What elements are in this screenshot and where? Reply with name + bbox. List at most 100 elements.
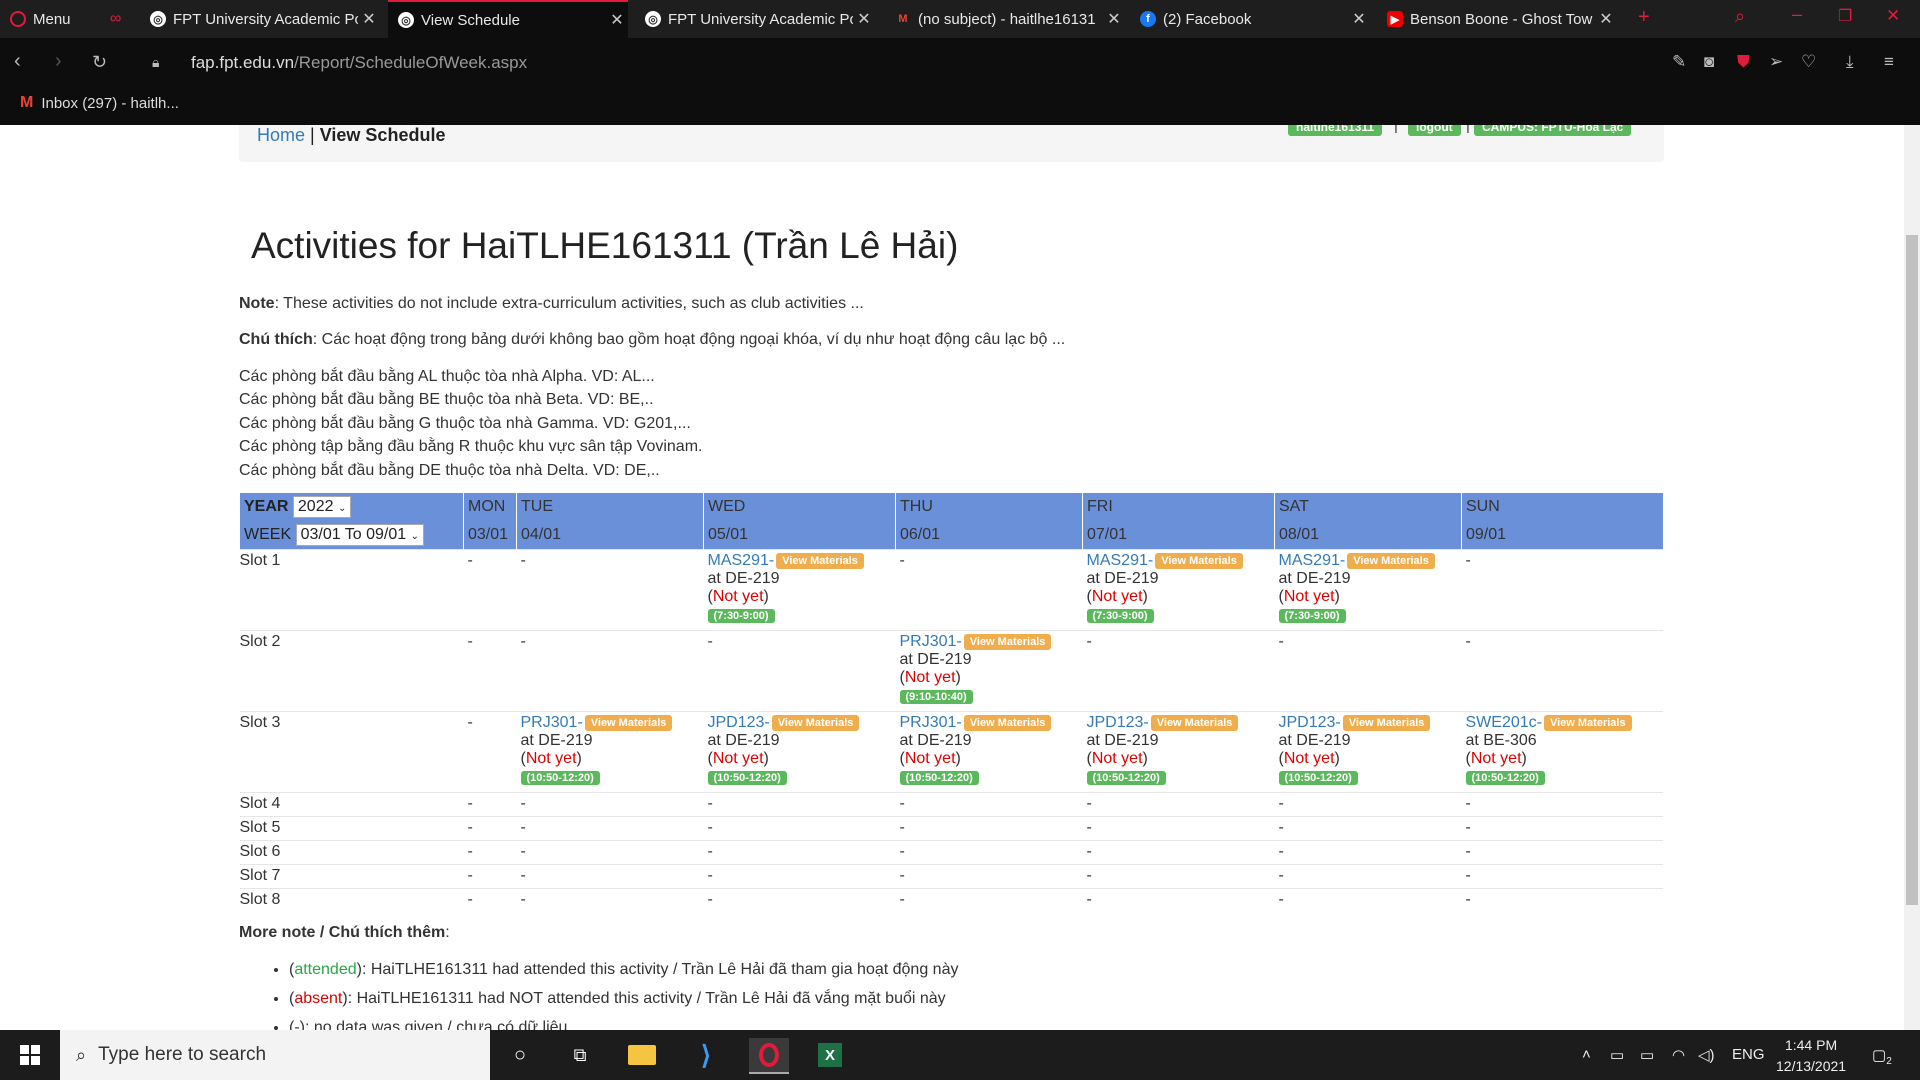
subject-link[interactable]: SWE201c- bbox=[1466, 714, 1542, 731]
scrollbar-thumb[interactable] bbox=[1906, 235, 1918, 905]
subject-link[interactable]: PRJ301- bbox=[900, 714, 962, 731]
close-icon[interactable]: ✕ bbox=[1595, 9, 1617, 29]
close-icon[interactable]: ✕ bbox=[606, 10, 628, 30]
breadcrumb-home-link[interactable]: Home bbox=[257, 125, 305, 145]
view-materials-button[interactable]: View Materials bbox=[1543, 715, 1632, 731]
bookmark-inbox[interactable]: M Inbox (297) - haitlh... bbox=[20, 94, 179, 112]
view-materials-button[interactable]: View Materials bbox=[963, 634, 1052, 650]
slot-label: Slot 1 bbox=[239, 549, 464, 631]
page-scrollbar[interactable] bbox=[1904, 125, 1920, 1030]
status-badge: Not yet bbox=[1283, 750, 1335, 767]
url-input[interactable]: fap.fpt.edu.vn/Report/ScheduleOfWeek.asp… bbox=[191, 53, 527, 73]
view-materials-button[interactable]: View Materials bbox=[776, 553, 864, 569]
language-indicator[interactable]: ENG bbox=[1732, 1046, 1765, 1063]
chevron-down-icon: ⌄ bbox=[410, 531, 419, 542]
reload-icon[interactable]: ↻ bbox=[92, 52, 107, 73]
tab-title: View Schedule bbox=[421, 11, 520, 29]
opera-menu-button[interactable]: Menu bbox=[0, 0, 85, 38]
clock[interactable]: 1:44 PM 12/13/2021 bbox=[1776, 1035, 1846, 1077]
task-view-icon[interactable]: ⧉ bbox=[560, 1038, 600, 1072]
forward-icon[interactable]: › bbox=[55, 50, 62, 73]
download-icon[interactable]: ⤓ bbox=[1846, 52, 1854, 72]
taskbar-search-box[interactable]: ⌕ Type here to search bbox=[60, 1030, 490, 1080]
volume-icon[interactable]: ◁) bbox=[1698, 1046, 1715, 1064]
bookmark-label: Inbox (297) - haitlh... bbox=[41, 94, 179, 112]
browser-tab[interactable]: ◎ View Schedule ✕ bbox=[388, 0, 628, 38]
date-header: 03/01 bbox=[463, 521, 517, 550]
windows-start-icon[interactable] bbox=[10, 1038, 50, 1072]
opera-taskbar-icon[interactable] bbox=[749, 1038, 789, 1074]
file-explorer-icon[interactable] bbox=[622, 1038, 662, 1072]
heart-icon[interactable]: ♡ bbox=[1801, 52, 1816, 72]
browser-tab[interactable]: ◎ FPT University Academic Po ✕ bbox=[635, 0, 875, 38]
status-paren: ) bbox=[1521, 750, 1527, 767]
day-header-wed: WED bbox=[703, 493, 896, 521]
status-paren: ) bbox=[576, 750, 582, 767]
battery-icon[interactable]: ▭ bbox=[1640, 1046, 1654, 1064]
send-icon[interactable]: ➢ bbox=[1769, 52, 1783, 72]
back-icon[interactable]: ‹ bbox=[14, 50, 21, 73]
activity-cell: PRJ301- View Materials at DE-219 (Not yet)(… bbox=[895, 711, 1083, 793]
close-icon[interactable]: ✕ bbox=[1348, 9, 1370, 29]
youtube-icon: ▶ bbox=[1387, 11, 1403, 27]
camera-icon[interactable]: ◙ bbox=[1704, 52, 1714, 72]
subject-link[interactable]: MAS291- bbox=[708, 552, 775, 569]
close-icon[interactable]: ✕ bbox=[853, 9, 875, 29]
subject-link[interactable]: MAS291- bbox=[1279, 552, 1346, 569]
subject-link[interactable]: JPD123- bbox=[708, 714, 770, 731]
subject-link[interactable]: MAS291- bbox=[1087, 552, 1154, 569]
view-materials-button[interactable]: View Materials bbox=[1347, 553, 1435, 569]
nodata-tag: - bbox=[294, 1019, 300, 1030]
room-note: Các phòng bắt đầu bằng DE thuộc tòa nhà … bbox=[239, 461, 660, 479]
globe-icon: ◎ bbox=[150, 11, 166, 27]
status-badge: Not yet bbox=[1283, 588, 1335, 605]
notes-list: (attended): HaiTLHE161311 had attended t… bbox=[239, 955, 958, 1030]
year-select[interactable]: 2022 ⌄ bbox=[292, 496, 352, 518]
empty-cell: - bbox=[1274, 792, 1462, 817]
cortana-icon[interactable]: ○ bbox=[500, 1038, 540, 1072]
view-materials-button[interactable]: View Materials bbox=[771, 715, 860, 731]
browser-tab[interactable]: ▶ Benson Boone - Ghost Tow ✕ bbox=[1377, 0, 1617, 38]
tray-chevron-up-icon[interactable]: ˄ bbox=[1582, 1046, 1591, 1063]
opera-logo-icon bbox=[10, 11, 26, 27]
view-materials-button[interactable]: View Materials bbox=[1155, 553, 1243, 569]
snapshot-edit-icon[interactable]: ✎ bbox=[1672, 52, 1686, 72]
excel-icon[interactable]: X bbox=[810, 1038, 850, 1072]
notification-icon[interactable]: ▢2 bbox=[1872, 1046, 1892, 1067]
view-materials-button[interactable]: View Materials bbox=[963, 715, 1052, 731]
close-icon[interactable]: ✕ bbox=[1103, 9, 1125, 29]
new-tab-icon[interactable]: + bbox=[1638, 6, 1650, 29]
window-close-icon[interactable]: ✕ bbox=[1886, 6, 1900, 26]
empty-cell: - bbox=[1461, 864, 1663, 889]
view-materials-button[interactable]: View Materials bbox=[1150, 715, 1239, 731]
user-label[interactable]: haitlhe161311 bbox=[1288, 125, 1383, 136]
subject-link[interactable]: PRJ301- bbox=[521, 714, 583, 731]
globe-icon: ◎ bbox=[398, 12, 414, 28]
meet-now-icon[interactable]: ▭ bbox=[1610, 1046, 1624, 1064]
restore-icon[interactable]: ❐ bbox=[1838, 6, 1852, 26]
empty-cell: - bbox=[1082, 630, 1275, 712]
browser-tab[interactable]: ◎ FPT University Academic Po ✕ bbox=[140, 0, 380, 38]
vscode-icon[interactable]: ⟩ bbox=[686, 1038, 726, 1072]
easy-setup-icon[interactable]: ≡ bbox=[1884, 52, 1894, 72]
minimize-icon[interactable]: – bbox=[1792, 4, 1802, 25]
search-tabs-icon[interactable]: ⌕ bbox=[1735, 6, 1745, 27]
slot-label: Slot 8 bbox=[239, 888, 464, 913]
vr-icon[interactable]: ∞ bbox=[100, 0, 140, 38]
logout-button[interactable]: logout bbox=[1408, 125, 1461, 136]
week-select[interactable]: 03/01 To 09/01 ⌄ bbox=[295, 524, 424, 546]
time-badge: (10:50-12:20) bbox=[520, 771, 600, 785]
shield-icon[interactable]: ⛊ bbox=[1737, 52, 1750, 72]
close-icon[interactable]: ✕ bbox=[358, 9, 380, 29]
table-row: Slot 5------- bbox=[239, 816, 1663, 841]
browser-tab[interactable]: f (2) Facebook ✕ bbox=[1130, 0, 1370, 38]
wifi-icon[interactable]: ◠ bbox=[1672, 1046, 1685, 1064]
subject-link[interactable]: JPD123- bbox=[1087, 714, 1149, 731]
browser-tab[interactable]: M (no subject) - haitlhe16131 ✕ bbox=[885, 0, 1125, 38]
view-materials-button[interactable]: View Materials bbox=[584, 715, 673, 731]
subject-link[interactable]: PRJ301- bbox=[900, 633, 962, 650]
subject-link[interactable]: JPD123- bbox=[1279, 714, 1341, 731]
empty-cell: - bbox=[1082, 792, 1275, 817]
empty-cell: - bbox=[895, 549, 1083, 631]
view-materials-button[interactable]: View Materials bbox=[1342, 715, 1431, 731]
